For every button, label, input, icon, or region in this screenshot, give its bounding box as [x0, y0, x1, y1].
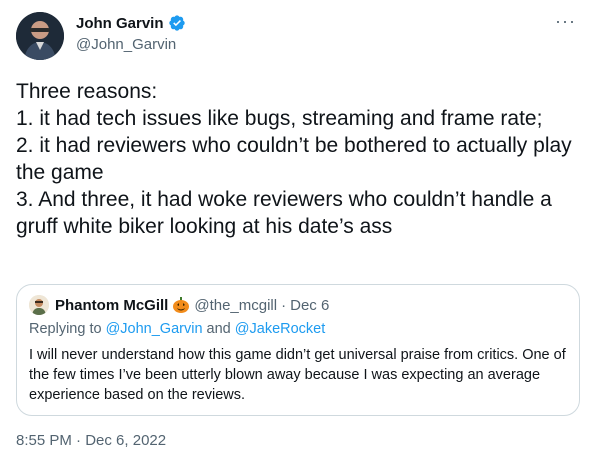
quote-text: I will never understand how this game di… [29, 347, 566, 403]
author-avatar[interactable] [16, 12, 64, 60]
author-avatar-image [16, 12, 64, 60]
tweet: John Garvin @John_Garvin ··· Three reaso… [0, 0, 594, 468]
jack-o-lantern-icon [172, 296, 190, 314]
more-horizontal-icon[interactable]: ··· [555, 12, 576, 30]
quote-author-handle[interactable]: @the_mcgill [194, 297, 277, 314]
replying-prefix: Replying to [29, 321, 102, 337]
quote-replying-to: Replying to @John_Garvin and @JakeRocket [29, 321, 325, 337]
quote-date[interactable]: Dec 6 [290, 297, 329, 314]
quote-separator: · [281, 296, 287, 314]
author-handle[interactable]: @John_Garvin [76, 36, 176, 53]
quote-author-name[interactable]: Phantom McGill [55, 297, 168, 314]
mention-link[interactable]: @JakeRocket [235, 321, 325, 337]
quote-header: Phantom McGill @the_mcgill · Dec 6 [29, 295, 329, 315]
mention-link[interactable]: @John_Garvin [106, 321, 203, 337]
author-name[interactable]: John Garvin [76, 15, 164, 32]
replying-conjunction: and [206, 321, 231, 337]
tweet-timestamp[interactable]: 8:55 PM · Dec 6, 2022 [16, 432, 166, 449]
tweet-text: Three reasons: 1. it had tech issues lik… [16, 80, 572, 238]
timestamp-separator: · [76, 432, 82, 449]
quoted-tweet[interactable]: Phantom McGill @the_mcgill · Dec 6 Reply… [16, 284, 580, 416]
quote-author-avatar[interactable] [29, 295, 49, 315]
verified-badge-icon [168, 14, 186, 32]
timestamp-date: Dec 6, 2022 [85, 432, 167, 449]
author-name-row: John Garvin [76, 14, 186, 32]
timestamp-time: 8:55 PM [16, 432, 72, 449]
